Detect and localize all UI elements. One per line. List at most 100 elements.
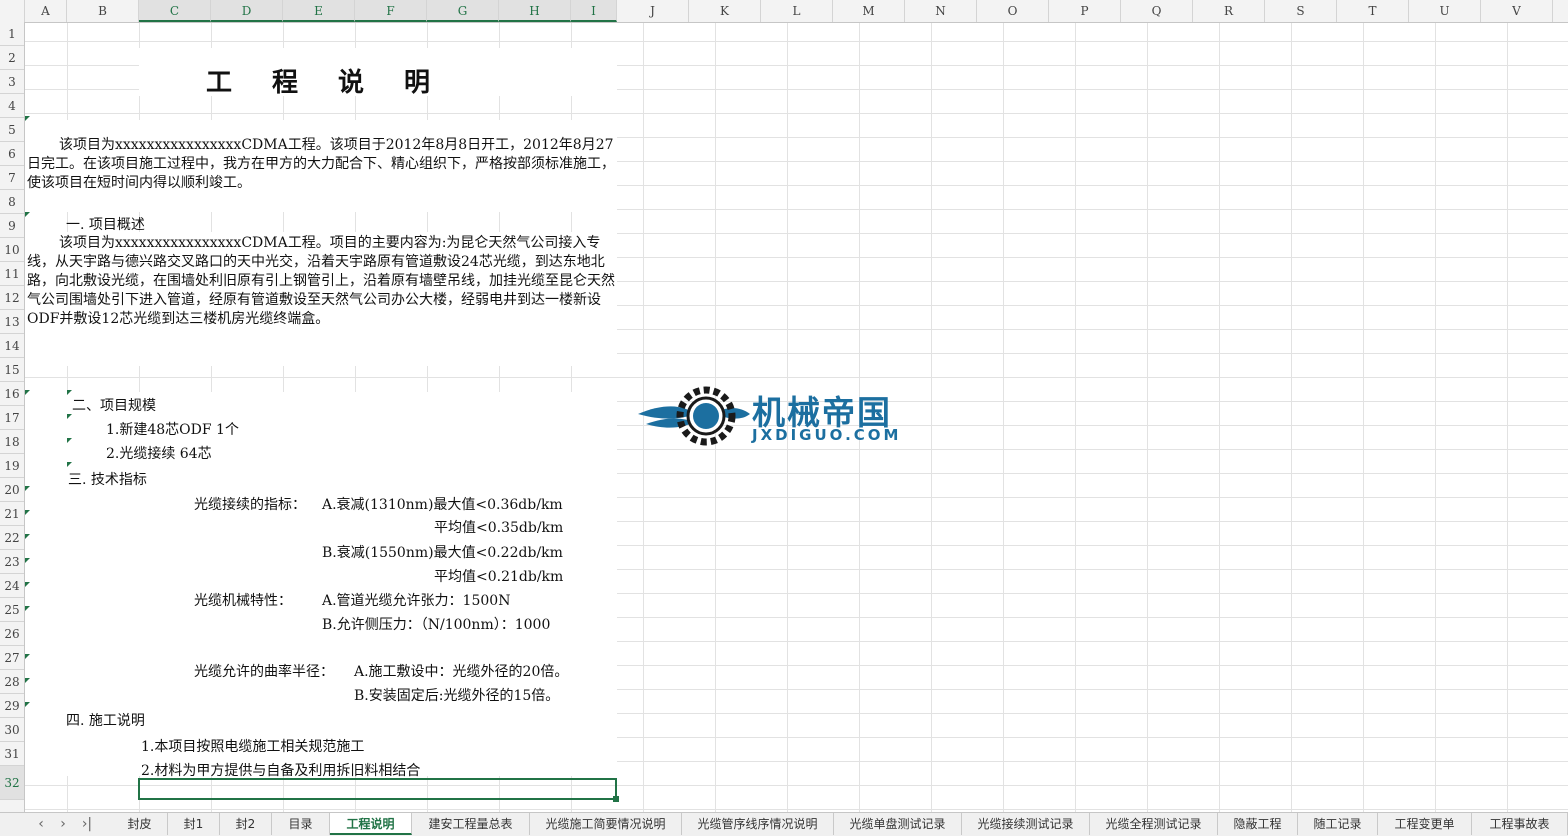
row-header[interactable]: 23: [0, 550, 24, 574]
row-header[interactable]: 14: [0, 334, 24, 358]
sheet-tab-cover2[interactable]: 封2: [220, 813, 272, 835]
section-heading-scale: 二、项目规模: [72, 398, 156, 414]
row-header[interactable]: 9: [0, 214, 24, 238]
column-header-r[interactable]: R: [1193, 0, 1265, 22]
column-header-u[interactable]: U: [1409, 0, 1481, 22]
prev-sheet-icon[interactable]: ‹: [30, 813, 52, 836]
mechanical-side-pressure: B.允许侧压力：（N/100nm）：1000: [322, 617, 551, 633]
sheet-tab-single-reel-test[interactable]: 光缆单盘测试记录: [834, 813, 962, 835]
sheet-tab-project-description[interactable]: 工程说明: [330, 813, 412, 835]
row-header[interactable]: 19: [0, 454, 24, 478]
row-header[interactable]: 13: [0, 310, 24, 334]
scale-item-splice: 2.光缆接续 64芯: [106, 446, 212, 462]
sheet-tab-concealed-work[interactable]: 隐蔽工程: [1218, 813, 1298, 835]
splice-attenuation-a-average: 平均值<0.35db/km: [434, 520, 564, 536]
row-header-selected[interactable]: 32: [0, 766, 24, 800]
bend-radius-after-install: B.安装固定后:光缆外径的15倍。: [354, 688, 560, 704]
row-header[interactable]: 6: [0, 142, 24, 166]
row-header[interactable]: 1: [0, 22, 24, 46]
row-header[interactable]: 25: [0, 598, 24, 622]
splice-attenuation-b: B.衰减(1550nm)最大值<0.22db/km: [322, 545, 563, 561]
row-header[interactable]: 18: [0, 430, 24, 454]
cell-indicator-icon: [67, 438, 72, 443]
sheet-tab-construction-brief[interactable]: 光缆施工简要情况说明: [530, 813, 682, 835]
section-heading-overview: 一. 项目概述: [66, 217, 145, 233]
bend-radius-label: 光缆允许的曲率半径：: [194, 664, 334, 680]
cell-indicator-icon: [67, 462, 72, 467]
column-header-bar: A B C D E F G H I J K L M N O P Q R S T …: [0, 0, 1568, 23]
column-header-q[interactable]: Q: [1121, 0, 1193, 22]
row-header[interactable]: 22: [0, 526, 24, 550]
select-all-corner[interactable]: [0, 0, 25, 22]
column-header-s[interactable]: S: [1265, 0, 1337, 22]
column-header-k[interactable]: K: [689, 0, 761, 22]
sheet-tab-splice-test[interactable]: 光缆接续测试记录: [962, 813, 1090, 835]
construction-item-1: 1.本项目按照电缆施工相关规范施工: [141, 739, 365, 755]
cell-indicator-icon: [25, 582, 30, 587]
section-heading-construction: 四. 施工说明: [66, 713, 145, 729]
column-header-l[interactable]: L: [761, 0, 833, 22]
sheet-tab-bar: ‹ › ›| 封皮 封1 封2 目录 工程说明 建安工程量总表 光缆施工简要情况…: [0, 812, 1568, 836]
row-header[interactable]: 3: [0, 70, 24, 94]
row-header[interactable]: 30: [0, 718, 24, 742]
column-header-o[interactable]: O: [977, 0, 1049, 22]
column-header-j[interactable]: J: [617, 0, 689, 22]
column-header-d[interactable]: D: [211, 0, 283, 22]
active-cell-selection[interactable]: [138, 778, 617, 800]
row-header[interactable]: 17: [0, 406, 24, 430]
row-header[interactable]: 12: [0, 286, 24, 310]
column-header-v[interactable]: V: [1481, 0, 1553, 22]
row-header[interactable]: 4: [0, 94, 24, 118]
scale-item-odf: 1.新建48芯ODF 1个: [106, 422, 239, 438]
row-header[interactable]: 29: [0, 694, 24, 718]
row-header[interactable]: 7: [0, 166, 24, 190]
sheet-tab-incident[interactable]: 工程事故表: [1472, 813, 1568, 835]
cell-indicator-icon: [25, 558, 30, 563]
column-header-b[interactable]: B: [67, 0, 139, 22]
row-header[interactable]: 31: [0, 742, 24, 766]
row-header[interactable]: 24: [0, 574, 24, 598]
row-header[interactable]: 5: [0, 118, 24, 142]
row-header[interactable]: 8: [0, 190, 24, 214]
column-header-p[interactable]: P: [1049, 0, 1121, 22]
mechanical-tension: A.管道光缆允许张力：1500N: [322, 593, 511, 609]
column-header-a[interactable]: A: [25, 0, 67, 22]
row-header[interactable]: 11: [0, 262, 24, 286]
column-header-n[interactable]: N: [905, 0, 977, 22]
row-header[interactable]: 28: [0, 670, 24, 694]
column-header-h[interactable]: H: [499, 0, 571, 22]
row-header[interactable]: 27: [0, 646, 24, 670]
column-header-g[interactable]: G: [427, 0, 499, 22]
next-sheet-icon[interactable]: ›: [52, 813, 74, 836]
column-header-m[interactable]: M: [833, 0, 905, 22]
cell-indicator-icon: [25, 390, 30, 395]
sheet-tab-toc[interactable]: 目录: [272, 813, 330, 835]
column-header-e[interactable]: E: [283, 0, 355, 22]
column-header-f[interactable]: F: [355, 0, 427, 22]
column-header-t[interactable]: T: [1337, 0, 1409, 22]
row-header[interactable]: 16: [0, 382, 24, 406]
sheet-tab-site-records[interactable]: 随工记录: [1298, 813, 1378, 835]
section-heading-technical: 三. 技术指标: [68, 472, 147, 488]
sheet-tab-pipe-sequence[interactable]: 光缆管序线序情况说明: [682, 813, 834, 835]
row-header[interactable]: 20: [0, 478, 24, 502]
row-header[interactable]: 2: [0, 46, 24, 70]
sheet-tab-full-test[interactable]: 光缆全程测试记录: [1090, 813, 1218, 835]
row-header[interactable]: 10: [0, 238, 24, 262]
fill-handle[interactable]: [613, 796, 619, 802]
sheet-tab-cover1[interactable]: 封1: [168, 813, 220, 835]
title-char: 说: [338, 68, 365, 98]
watermark-subtext: JXDIGUO.COM: [752, 426, 902, 444]
sheet-tab-change-order[interactable]: 工程变更单: [1378, 813, 1472, 835]
sheet-tab-cover[interactable]: 封皮: [112, 813, 168, 835]
row-header[interactable]: 21: [0, 502, 24, 526]
column-header-c[interactable]: C: [139, 0, 211, 22]
row-header[interactable]: 15: [0, 358, 24, 382]
sheet-tab-quantity-summary[interactable]: 建安工程量总表: [412, 813, 530, 835]
last-sheet-icon[interactable]: ›|: [76, 813, 98, 836]
mechanical-label: 光缆机械特性：: [194, 593, 292, 609]
row-header[interactable]: 26: [0, 622, 24, 646]
column-header-i[interactable]: I: [571, 0, 617, 22]
cell-indicator-icon: [25, 678, 30, 683]
overview-paragraph: 该项目为xxxxxxxxxxxxxxxxCDMA工程。项目的主要内容为:为昆仑天…: [27, 235, 615, 327]
